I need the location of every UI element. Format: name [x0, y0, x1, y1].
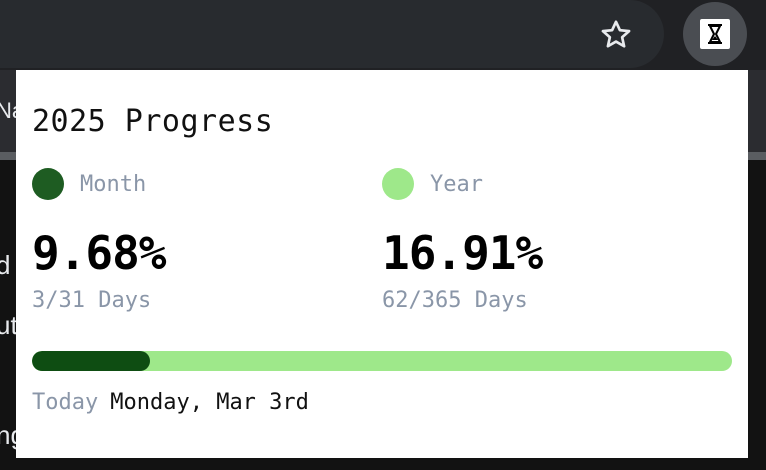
- year-progress-bar: [32, 351, 732, 371]
- month-percent: 9.68%: [32, 226, 166, 280]
- month-label: Month: [80, 171, 147, 197]
- progress-popup: 2025 Progress Month Year 9.68% 16.91% 3/…: [16, 70, 748, 458]
- year-percent: 16.91%: [382, 226, 543, 280]
- star-icon[interactable]: [598, 17, 634, 53]
- popup-title: 2025 Progress: [32, 104, 274, 139]
- month-legend: Month: [32, 168, 146, 200]
- extension-button[interactable]: [683, 2, 747, 66]
- month-days: 3/31 Days: [32, 288, 152, 313]
- year-color-dot: [382, 168, 414, 200]
- address-bar[interactable]: [0, 0, 664, 68]
- background-text-fragment: d: [0, 250, 11, 280]
- hourglass-icon: [700, 19, 730, 49]
- month-color-dot: [32, 168, 64, 200]
- year-days: 62/365 Days: [382, 288, 528, 313]
- year-progress-fill: [32, 351, 151, 371]
- today-date: Monday, Mar 3rd: [110, 390, 309, 415]
- browser-toolbar: [0, 0, 766, 70]
- today-row: Today Monday, Mar 3rd: [32, 390, 309, 415]
- today-label: Today: [32, 390, 99, 415]
- year-label: Year: [430, 171, 483, 197]
- year-legend: Year: [382, 168, 483, 200]
